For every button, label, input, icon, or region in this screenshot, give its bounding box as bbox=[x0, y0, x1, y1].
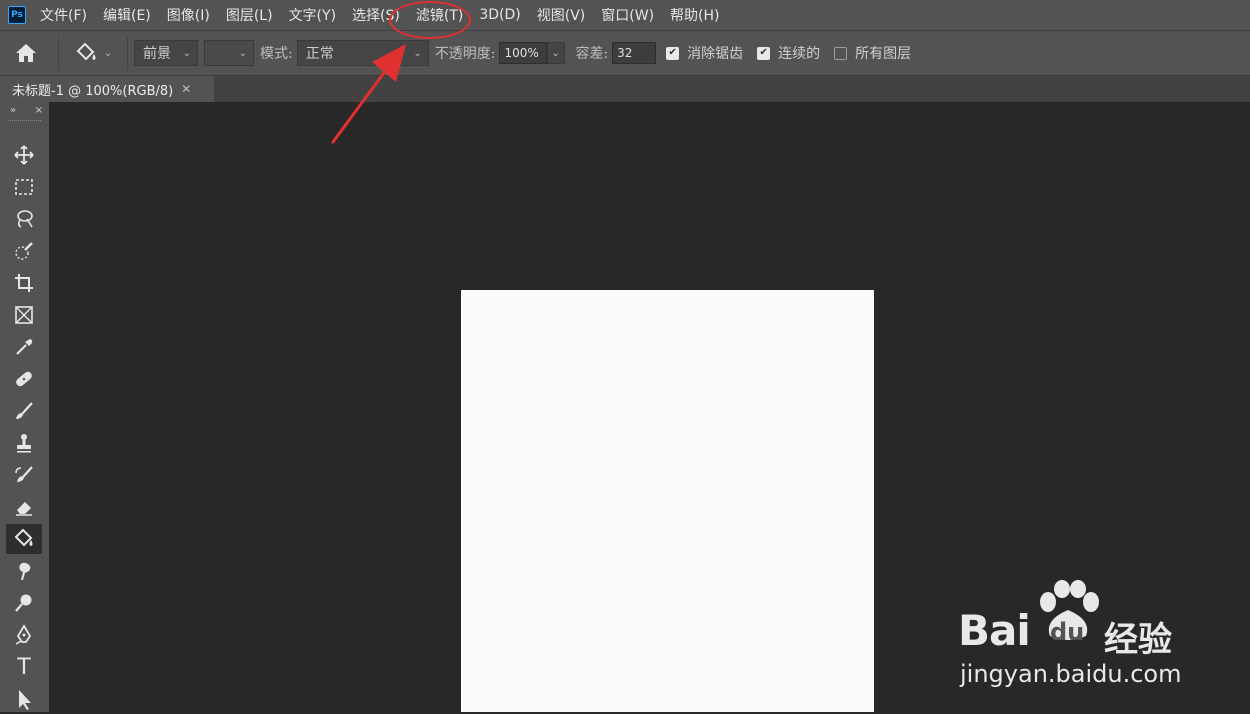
document-tab-bar: 未标题-1 @ 100%(RGB/8) ✕ bbox=[0, 76, 1250, 102]
quick-selection-tool[interactable] bbox=[6, 236, 42, 266]
document-tab[interactable]: 未标题-1 @ 100%(RGB/8) ✕ bbox=[0, 76, 214, 102]
opacity-value: 100% bbox=[504, 46, 539, 60]
separator bbox=[58, 36, 59, 70]
tools-panel-header: » × bbox=[0, 102, 49, 118]
menu-layer[interactable]: 图层(L) bbox=[226, 5, 273, 25]
annotation-arrow-icon bbox=[331, 44, 406, 144]
tolerance-input[interactable]: 32 bbox=[612, 42, 657, 64]
path-selection-tool[interactable] bbox=[6, 684, 42, 714]
home-button[interactable] bbox=[0, 31, 52, 75]
type-icon: T bbox=[17, 654, 31, 680]
menu-view[interactable]: 视图(V) bbox=[537, 5, 586, 25]
dodge-tool[interactable] bbox=[6, 588, 42, 618]
frame-icon bbox=[15, 306, 33, 324]
menu-edit[interactable]: 编辑(E) bbox=[103, 5, 151, 25]
anti-alias-label: 消除锯齿 bbox=[687, 46, 744, 62]
arrow-cursor-icon bbox=[19, 690, 31, 710]
pen-icon bbox=[15, 624, 32, 645]
collapse-panel-icon[interactable]: » bbox=[10, 105, 16, 116]
watermark-url-text: jingyan.baidu.com bbox=[960, 660, 1182, 688]
lasso-tool[interactable] bbox=[6, 204, 42, 234]
contiguous-label: 连续的 bbox=[778, 46, 821, 62]
frame-tool[interactable] bbox=[6, 300, 42, 330]
pen-tool[interactable] bbox=[6, 620, 42, 650]
eyedropper-tool[interactable] bbox=[6, 332, 42, 362]
smudge-tool[interactable] bbox=[6, 556, 42, 586]
history-brush-icon bbox=[15, 466, 33, 482]
photoshop-logo-icon: Ps bbox=[8, 6, 26, 24]
tolerance-value: 32 bbox=[617, 46, 633, 60]
eraser-tool[interactable] bbox=[6, 492, 42, 522]
document-canvas[interactable] bbox=[461, 290, 874, 712]
paint-bucket-tool[interactable] bbox=[6, 524, 42, 554]
watermark-jingyan-text: 经验 bbox=[1104, 620, 1172, 660]
type-tool[interactable]: T bbox=[6, 652, 42, 682]
tolerance-label: 容差: bbox=[575, 46, 609, 62]
fill-source-value: 前景 bbox=[143, 46, 171, 62]
document-tab-title: 未标题-1 @ 100%(RGB/8) bbox=[12, 83, 174, 99]
rectangle-marquee-icon bbox=[15, 179, 33, 195]
bandage-icon bbox=[16, 371, 32, 387]
opacity-label: 不透明度: bbox=[434, 46, 496, 62]
baidu-jingyan-watermark: Bai du 经验 jingyan.baidu.com bbox=[958, 578, 1198, 688]
chevron-down-icon: ⌄ bbox=[103, 47, 113, 59]
paint-bucket-icon bbox=[76, 42, 96, 61]
tools-panel: » × T bbox=[0, 102, 49, 712]
watermark-du-text: du bbox=[1050, 618, 1085, 646]
eraser-icon bbox=[16, 502, 32, 516]
opacity-dropdown-button[interactable]: ⌄ bbox=[547, 42, 566, 64]
dodge-icon bbox=[15, 594, 32, 612]
all-layers-checkbox[interactable] bbox=[834, 46, 848, 60]
chevron-down-icon: ⌄ bbox=[551, 47, 560, 59]
menu-help[interactable]: 帮助(H) bbox=[670, 5, 719, 25]
healing-brush-tool[interactable] bbox=[6, 364, 42, 394]
tool-preset-picker[interactable]: ⌄ bbox=[65, 31, 121, 75]
panel-grip[interactable] bbox=[8, 120, 41, 125]
chevron-down-icon: ⌄ bbox=[238, 47, 247, 59]
close-icon[interactable]: ✕ bbox=[181, 82, 191, 96]
menu-file[interactable]: 文件(F) bbox=[40, 5, 87, 25]
brush-icon bbox=[16, 402, 33, 419]
chevron-down-icon: ⌄ bbox=[182, 47, 191, 59]
pattern-picker[interactable]: ⌄ bbox=[204, 40, 254, 66]
anti-alias-checkbox[interactable]: ✔ bbox=[666, 46, 680, 60]
eyedropper-icon bbox=[16, 339, 33, 355]
mode-label: 模式: bbox=[260, 46, 293, 62]
fill-source-select[interactable]: 前景 ⌄ bbox=[134, 40, 198, 66]
tool-options-bar: ⌄ 前景 ⌄ ⌄ 模式: 正常 ⌄ 不透明度: 100% ⌄ 容差: 32 ✔ … bbox=[0, 30, 1250, 76]
menu-type[interactable]: 文字(Y) bbox=[289, 5, 336, 25]
history-brush-tool[interactable] bbox=[6, 460, 42, 490]
menu-window[interactable]: 窗口(W) bbox=[601, 5, 654, 25]
marquee-tool[interactable] bbox=[6, 172, 42, 202]
crop-icon bbox=[15, 274, 33, 292]
lasso-icon bbox=[17, 210, 33, 228]
paint-bucket-icon bbox=[14, 528, 33, 547]
clone-stamp-tool[interactable] bbox=[6, 428, 42, 458]
move-icon bbox=[14, 145, 34, 165]
menu-3d[interactable]: 3D(D) bbox=[479, 7, 520, 23]
stamp-icon bbox=[17, 434, 31, 453]
move-tool[interactable] bbox=[6, 140, 42, 170]
crop-tool[interactable] bbox=[6, 268, 42, 298]
menu-bar: Ps 文件(F) 编辑(E) 图像(I) 图层(L) 文字(Y) 选择(S) 滤… bbox=[0, 0, 1250, 30]
close-panel-icon[interactable]: × bbox=[35, 105, 43, 116]
opacity-input[interactable]: 100% bbox=[499, 42, 548, 64]
quick-selection-icon bbox=[15, 242, 33, 260]
home-icon bbox=[16, 44, 36, 62]
watermark-brand-text: Bai bbox=[958, 606, 1031, 655]
smudge-icon bbox=[19, 562, 31, 580]
all-layers-label: 所有图层 bbox=[855, 46, 912, 62]
contiguous-checkbox[interactable]: ✔ bbox=[757, 46, 771, 60]
separator bbox=[127, 36, 128, 70]
menu-image[interactable]: 图像(I) bbox=[167, 5, 210, 25]
brush-tool[interactable] bbox=[6, 396, 42, 426]
